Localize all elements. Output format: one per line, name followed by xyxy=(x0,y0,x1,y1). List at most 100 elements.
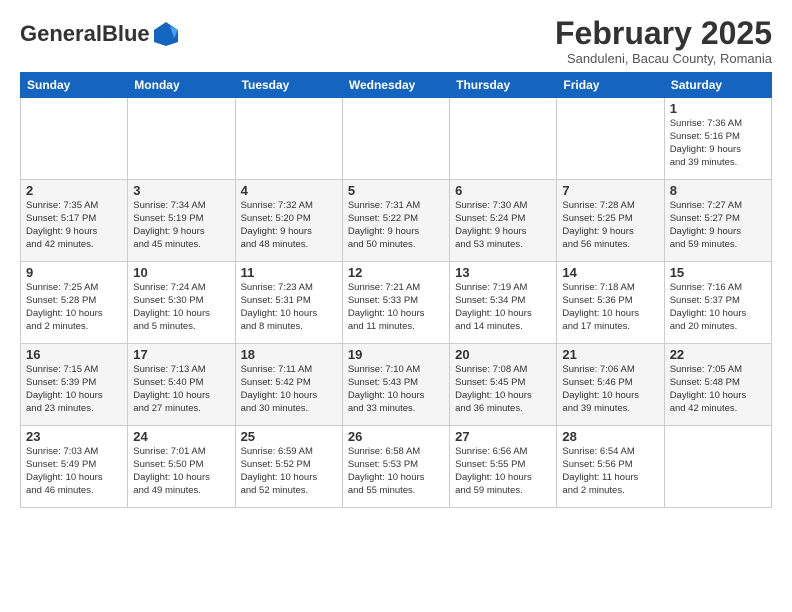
day-number: 21 xyxy=(562,347,658,362)
day-info: Sunrise: 7:28 AM Sunset: 5:25 PM Dayligh… xyxy=(562,200,658,251)
day-info: Sunrise: 7:03 AM Sunset: 5:49 PM Dayligh… xyxy=(26,446,122,497)
day-number: 10 xyxy=(133,265,229,280)
day-cell: 14 Sunrise: 7:18 AM Sunset: 5:36 PM Dayli… xyxy=(557,262,664,344)
week-row-4: 16Sunrise: 7:15 AM Sunset: 5:39 PM Dayli… xyxy=(21,344,772,426)
day-cell: 17 Sunrise: 7:13 AM Sunset: 5:40 PM Dayli… xyxy=(128,344,235,426)
day-info: Sunrise: 7:01 AM Sunset: 5:50 PM Dayligh… xyxy=(133,446,229,497)
day-cell: 25Sunrise: 6:59 AM Sunset: 5:52 PM Dayli… xyxy=(235,426,342,508)
day-cell: 10 Sunrise: 7:24 AM Sunset: 5:30 PM Dayli… xyxy=(128,262,235,344)
col-header-sunday: Sunday xyxy=(21,73,128,98)
day-cell xyxy=(128,98,235,180)
day-number: 27 xyxy=(455,429,551,444)
day-cell: 3 Sunrise: 7:34 AM Sunset: 5:19 PM Daylig… xyxy=(128,180,235,262)
week-row-1: 1 Sunrise: 7:36 AM Sunset: 5:16 PM Daylig… xyxy=(21,98,772,180)
day-info: Sunrise: 7:08 AM Sunset: 5:45 PM Dayligh… xyxy=(455,364,551,415)
day-number: 15 xyxy=(670,265,766,280)
day-cell xyxy=(21,98,128,180)
week-row-2: 2 Sunrise: 7:35 AM Sunset: 5:17 PM Daylig… xyxy=(21,180,772,262)
day-info: Sunrise: 7:35 AM Sunset: 5:17 PM Dayligh… xyxy=(26,200,122,251)
calendar-header-row: SundayMondayTuesdayWednesdayThursdayFrid… xyxy=(21,73,772,98)
day-cell: 20 Sunrise: 7:08 AM Sunset: 5:45 PM Dayli… xyxy=(450,344,557,426)
day-cell: 23 Sunrise: 7:03 AM Sunset: 5:49 PM Dayli… xyxy=(21,426,128,508)
day-number: 17 xyxy=(133,347,229,362)
week-row-3: 9 Sunrise: 7:25 AM Sunset: 5:28 PM Daylig… xyxy=(21,262,772,344)
day-number: 18 xyxy=(241,347,337,362)
logo-blue: Blue xyxy=(102,21,150,46)
day-info: Sunrise: 7:19 AM Sunset: 5:34 PM Dayligh… xyxy=(455,282,551,333)
logo-general: General xyxy=(20,21,102,46)
day-number: 13 xyxy=(455,265,551,280)
col-header-saturday: Saturday xyxy=(664,73,771,98)
day-cell: 2 Sunrise: 7:35 AM Sunset: 5:17 PM Daylig… xyxy=(21,180,128,262)
day-number: 9 xyxy=(26,265,122,280)
day-number: 24 xyxy=(133,429,229,444)
day-cell xyxy=(450,98,557,180)
day-number: 1 xyxy=(670,101,766,116)
day-info: Sunrise: 7:34 AM Sunset: 5:19 PM Dayligh… xyxy=(133,200,229,251)
day-info: Sunrise: 7:11 AM Sunset: 5:42 PM Dayligh… xyxy=(241,364,337,415)
day-info: Sunrise: 7:24 AM Sunset: 5:30 PM Dayligh… xyxy=(133,282,229,333)
day-number: 3 xyxy=(133,183,229,198)
day-cell: 26 Sunrise: 6:58 AM Sunset: 5:53 PM Dayli… xyxy=(342,426,449,508)
day-cell: 15 Sunrise: 7:16 AM Sunset: 5:37 PM Dayli… xyxy=(664,262,771,344)
logo: GeneralBlue xyxy=(20,20,180,48)
day-info: Sunrise: 7:25 AM Sunset: 5:28 PM Dayligh… xyxy=(26,282,122,333)
day-number: 16 xyxy=(26,347,122,362)
day-number: 7 xyxy=(562,183,658,198)
calendar-page: GeneralBlue February 2025 Sanduleni, Bac… xyxy=(0,0,792,518)
day-cell: 13 Sunrise: 7:19 AM Sunset: 5:34 PM Dayli… xyxy=(450,262,557,344)
day-info: Sunrise: 7:32 AM Sunset: 5:20 PM Dayligh… xyxy=(241,200,337,251)
day-number: 11 xyxy=(241,265,337,280)
day-cell: 18 Sunrise: 7:11 AM Sunset: 5:42 PM Dayli… xyxy=(235,344,342,426)
day-info: Sunrise: 7:30 AM Sunset: 5:24 PM Dayligh… xyxy=(455,200,551,251)
calendar-subtitle: Sanduleni, Bacau County, Romania xyxy=(555,51,772,66)
day-cell: 22Sunrise: 7:05 AM Sunset: 5:48 PM Dayli… xyxy=(664,344,771,426)
day-info: Sunrise: 7:36 AM Sunset: 5:16 PM Dayligh… xyxy=(670,118,766,169)
day-info: Sunrise: 7:23 AM Sunset: 5:31 PM Dayligh… xyxy=(241,282,337,333)
day-cell: 6Sunrise: 7:30 AM Sunset: 5:24 PM Daylig… xyxy=(450,180,557,262)
col-header-tuesday: Tuesday xyxy=(235,73,342,98)
calendar-table: SundayMondayTuesdayWednesdayThursdayFrid… xyxy=(20,72,772,508)
day-info: Sunrise: 7:31 AM Sunset: 5:22 PM Dayligh… xyxy=(348,200,444,251)
day-info: Sunrise: 7:21 AM Sunset: 5:33 PM Dayligh… xyxy=(348,282,444,333)
day-number: 22 xyxy=(670,347,766,362)
day-cell: 1 Sunrise: 7:36 AM Sunset: 5:16 PM Daylig… xyxy=(664,98,771,180)
day-number: 5 xyxy=(348,183,444,198)
day-cell: 12Sunrise: 7:21 AM Sunset: 5:33 PM Dayli… xyxy=(342,262,449,344)
day-info: Sunrise: 6:58 AM Sunset: 5:53 PM Dayligh… xyxy=(348,446,444,497)
day-cell: 4Sunrise: 7:32 AM Sunset: 5:20 PM Daylig… xyxy=(235,180,342,262)
day-info: Sunrise: 7:10 AM Sunset: 5:43 PM Dayligh… xyxy=(348,364,444,415)
day-cell: 5 Sunrise: 7:31 AM Sunset: 5:22 PM Daylig… xyxy=(342,180,449,262)
day-number: 2 xyxy=(26,183,122,198)
day-cell: 19Sunrise: 7:10 AM Sunset: 5:43 PM Dayli… xyxy=(342,344,449,426)
day-cell: 24 Sunrise: 7:01 AM Sunset: 5:50 PM Dayli… xyxy=(128,426,235,508)
day-info: Sunrise: 7:27 AM Sunset: 5:27 PM Dayligh… xyxy=(670,200,766,251)
day-cell: 8 Sunrise: 7:27 AM Sunset: 5:27 PM Daylig… xyxy=(664,180,771,262)
day-cell: 27 Sunrise: 6:56 AM Sunset: 5:55 PM Dayli… xyxy=(450,426,557,508)
day-cell xyxy=(342,98,449,180)
day-number: 8 xyxy=(670,183,766,198)
day-number: 20 xyxy=(455,347,551,362)
day-number: 23 xyxy=(26,429,122,444)
week-row-5: 23 Sunrise: 7:03 AM Sunset: 5:49 PM Dayli… xyxy=(21,426,772,508)
col-header-thursday: Thursday xyxy=(450,73,557,98)
col-header-monday: Monday xyxy=(128,73,235,98)
col-header-wednesday: Wednesday xyxy=(342,73,449,98)
day-info: Sunrise: 7:18 AM Sunset: 5:36 PM Dayligh… xyxy=(562,282,658,333)
header: GeneralBlue February 2025 Sanduleni, Bac… xyxy=(20,16,772,66)
day-number: 28 xyxy=(562,429,658,444)
calendar-title: February 2025 xyxy=(555,16,772,51)
day-cell: 9 Sunrise: 7:25 AM Sunset: 5:28 PM Daylig… xyxy=(21,262,128,344)
day-info: Sunrise: 7:13 AM Sunset: 5:40 PM Dayligh… xyxy=(133,364,229,415)
day-number: 14 xyxy=(562,265,658,280)
day-cell: 7 Sunrise: 7:28 AM Sunset: 5:25 PM Daylig… xyxy=(557,180,664,262)
day-info: Sunrise: 7:16 AM Sunset: 5:37 PM Dayligh… xyxy=(670,282,766,333)
title-area: February 2025 Sanduleni, Bacau County, R… xyxy=(555,16,772,66)
day-info: Sunrise: 6:56 AM Sunset: 5:55 PM Dayligh… xyxy=(455,446,551,497)
logo-icon xyxy=(152,20,180,48)
col-header-friday: Friday xyxy=(557,73,664,98)
day-cell: 21Sunrise: 7:06 AM Sunset: 5:46 PM Dayli… xyxy=(557,344,664,426)
day-cell xyxy=(664,426,771,508)
day-number: 26 xyxy=(348,429,444,444)
day-info: Sunrise: 6:54 AM Sunset: 5:56 PM Dayligh… xyxy=(562,446,658,497)
